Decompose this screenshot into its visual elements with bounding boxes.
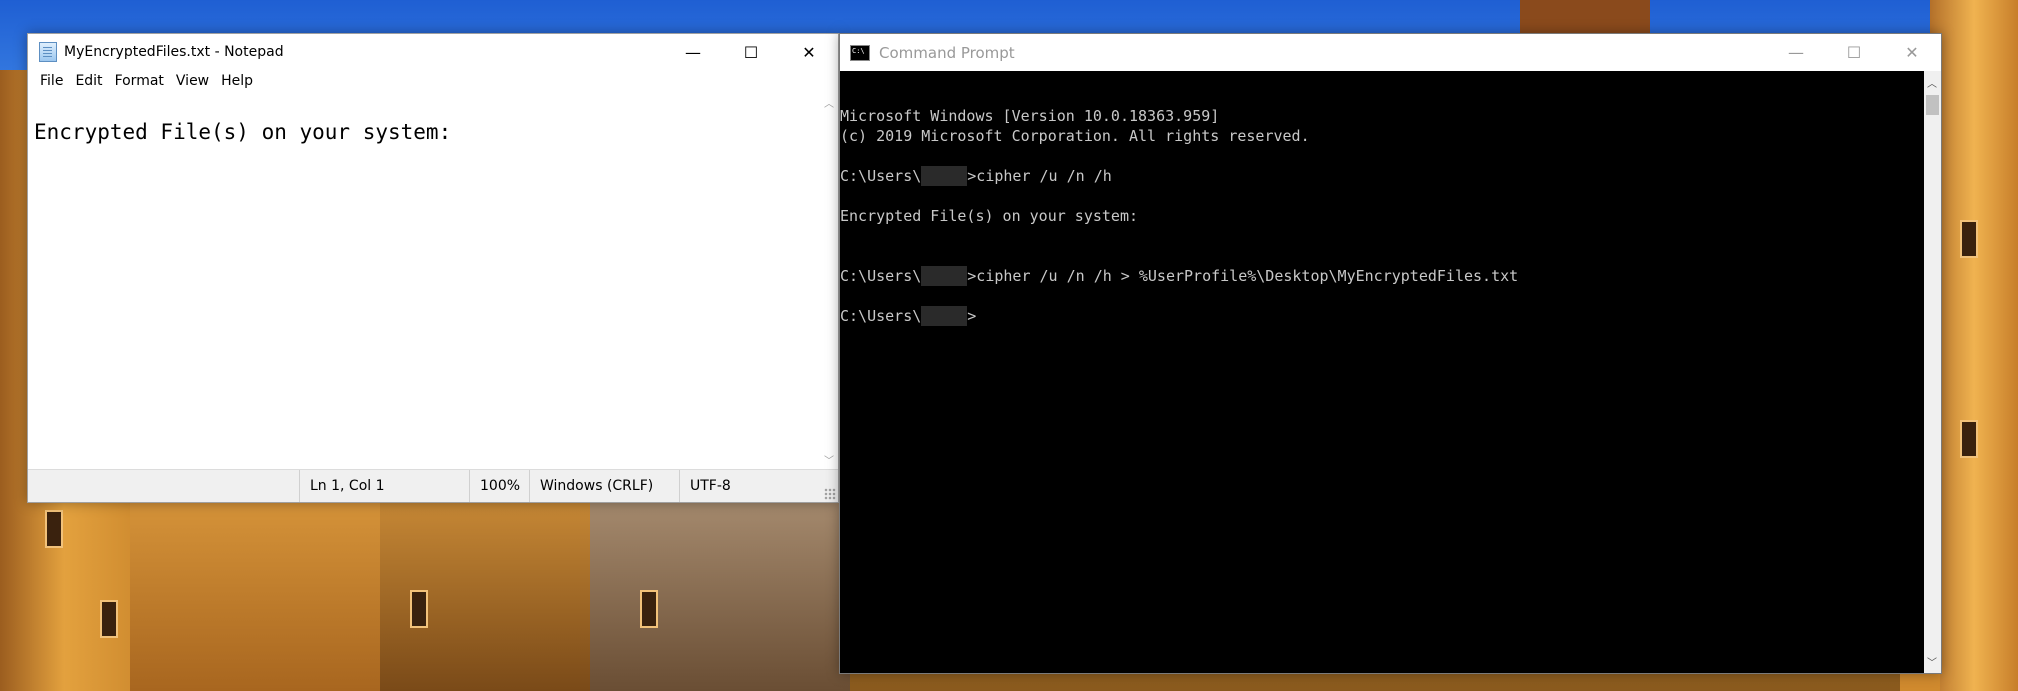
console-line: C:\Users\ > [840, 306, 976, 326]
notepad-window[interactable]: MyEncryptedFiles.txt - Notepad — ☐ ✕ Fil… [27, 33, 839, 503]
close-button[interactable]: ✕ [780, 34, 838, 70]
command-text: >cipher /u /n /h > %UserProfile%\Desktop… [967, 267, 1519, 285]
notepad-content: Encrypted File(s) on your system: [34, 120, 452, 144]
console-line: C:\Users\ >cipher /u /n /h > %UserProfile… [840, 266, 1518, 286]
wallpaper-building [590, 500, 850, 691]
scroll-up-arrow-icon[interactable]: ︿ [1927, 75, 1937, 90]
wallpaper-window [410, 590, 428, 628]
cmd-app-icon[interactable] [850, 44, 870, 61]
command-prompt-window[interactable]: Command Prompt — ☐ ✕ Microsoft Windows [… [839, 33, 1942, 674]
status-line-endings: Windows (CRLF) [529, 470, 679, 502]
redacted-username [921, 266, 968, 286]
status-encoding: UTF-8 [679, 470, 819, 502]
scroll-thumb[interactable] [1926, 95, 1939, 115]
scroll-down-arrow-icon[interactable]: ﹀ [1927, 654, 1937, 669]
wallpaper-building [380, 470, 600, 691]
maximize-button[interactable]: ☐ [1825, 34, 1883, 70]
cmd-title: Command Prompt [879, 43, 1015, 62]
console-line: C:\Users\ >cipher /u /n /h [840, 166, 1112, 186]
notepad-titlebar[interactable]: MyEncryptedFiles.txt - Notepad — ☐ ✕ [28, 34, 838, 70]
maximize-button[interactable]: ☐ [722, 34, 780, 70]
prompt-prefix: C:\Users\ [840, 167, 922, 185]
wallpaper-window [1960, 420, 1978, 458]
prompt-prefix: C:\Users\ [840, 267, 922, 285]
wallpaper-window [100, 600, 118, 638]
menu-format[interactable]: Format [115, 73, 164, 89]
command-text: >cipher /u /n /h [967, 167, 1112, 185]
cmd-console[interactable]: Microsoft Windows [Version 10.0.18363.95… [840, 71, 1924, 673]
notepad-menubar: File Edit Format View Help [28, 70, 838, 92]
cmd-titlebar[interactable]: Command Prompt — ☐ ✕ [840, 34, 1941, 71]
wallpaper-window [640, 590, 658, 628]
wallpaper-window [45, 510, 63, 548]
notepad-app-icon[interactable] [39, 42, 57, 62]
menu-edit[interactable]: Edit [75, 73, 102, 89]
minimize-button[interactable]: — [1767, 34, 1825, 70]
notepad-title: MyEncryptedFiles.txt - Notepad [64, 44, 284, 60]
status-zoom: 100% [469, 470, 529, 502]
menu-view[interactable]: View [176, 73, 209, 89]
notepad-text-area[interactable]: Encrypted File(s) on your system: [28, 93, 820, 469]
menu-file[interactable]: File [40, 73, 63, 89]
prompt-prefix: C:\Users\ [840, 307, 922, 325]
close-button[interactable]: ✕ [1883, 34, 1941, 70]
scroll-up-arrow-icon[interactable]: ︿ [824, 95, 834, 110]
wallpaper-building [1930, 0, 2018, 691]
redacted-username [921, 166, 968, 186]
console-line: Microsoft Windows [Version 10.0.18363.95… [840, 107, 1220, 125]
status-position: Ln 1, Col 1 [299, 470, 469, 502]
menu-help[interactable]: Help [221, 73, 253, 89]
resize-grip-icon[interactable] [824, 488, 836, 500]
notepad-vertical-scrollbar[interactable]: ︿ ﹀ [821, 93, 838, 469]
prompt-caret: > [967, 307, 977, 325]
cmd-caption-buttons: — ☐ ✕ [1767, 34, 1941, 70]
console-line: Encrypted File(s) on your system: [840, 207, 1139, 225]
notepad-caption-buttons: — ☐ ✕ [664, 34, 838, 70]
cmd-vertical-scrollbar[interactable]: ︿ ﹀ [1924, 71, 1941, 673]
console-line: (c) 2019 Microsoft Corporation. All righ… [840, 127, 1310, 145]
wallpaper-window [1960, 220, 1978, 258]
minimize-button[interactable]: — [664, 34, 722, 70]
notepad-status-bar: Ln 1, Col 1 100% Windows (CRLF) UTF-8 [28, 469, 838, 502]
redacted-username [921, 306, 968, 326]
scroll-down-arrow-icon[interactable]: ﹀ [824, 452, 834, 467]
